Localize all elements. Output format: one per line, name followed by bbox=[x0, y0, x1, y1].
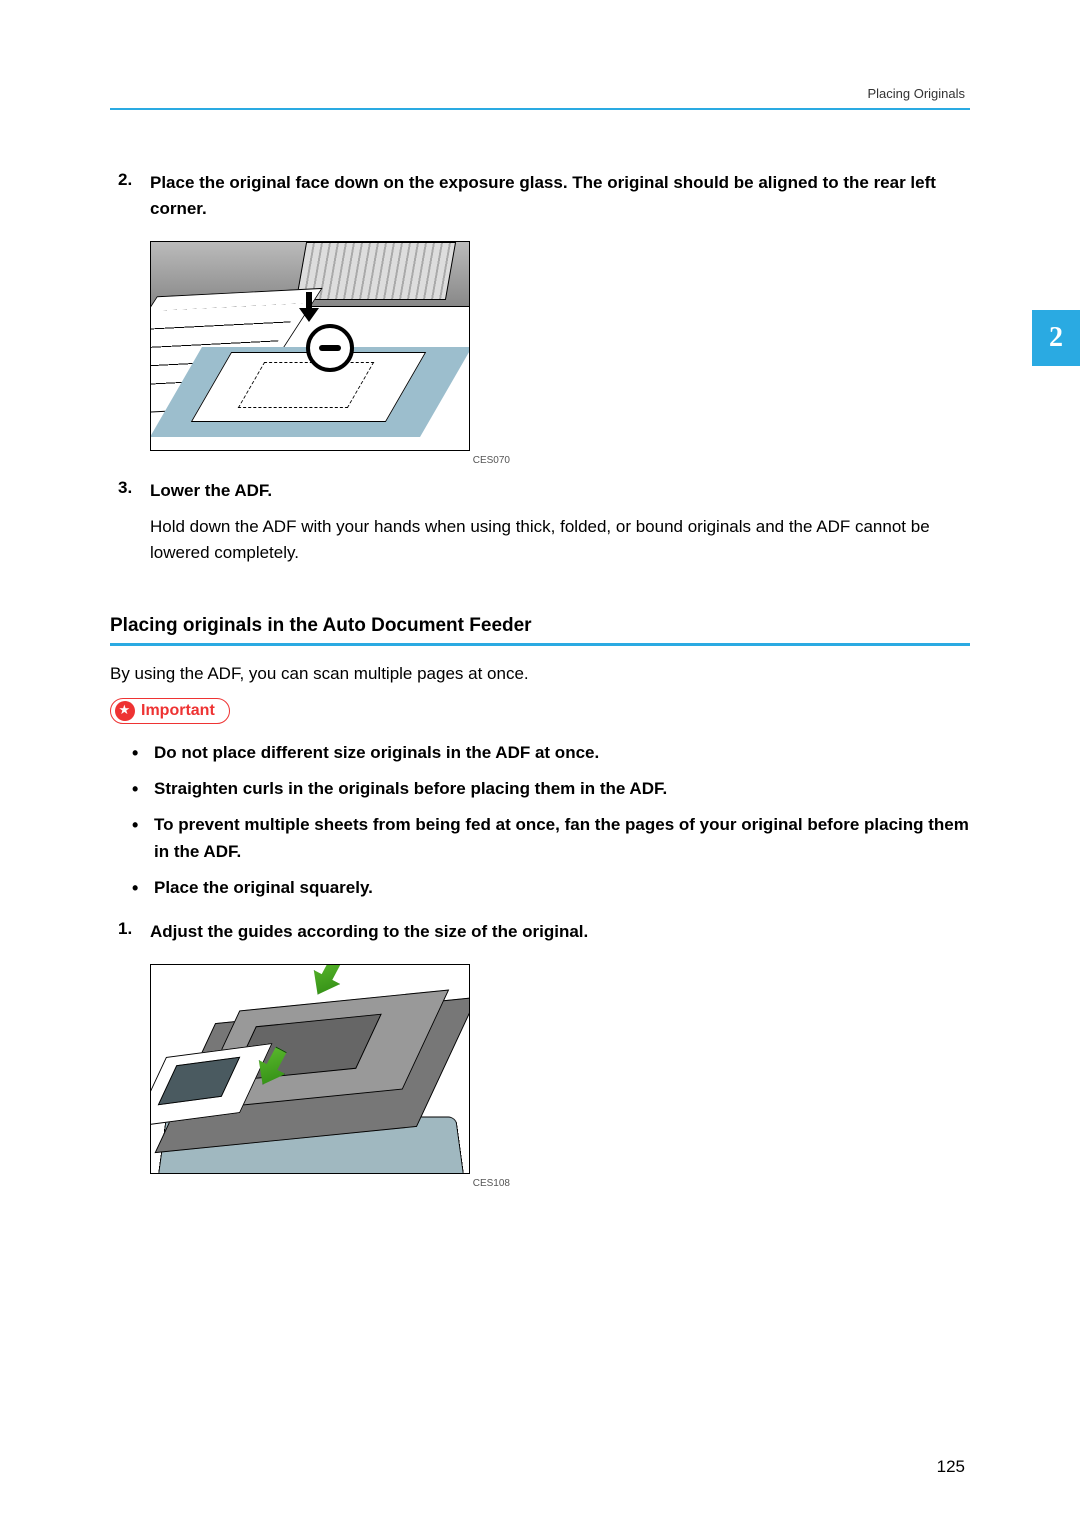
important-callout: Important bbox=[110, 698, 230, 724]
page: Placing Originals 2 2. Place the origina… bbox=[0, 0, 1080, 1532]
step-3: 3. Lower the ADF. Hold down the ADF with… bbox=[110, 478, 970, 567]
page-number: 125 bbox=[937, 1457, 965, 1477]
step-text: Adjust the guides according to the size … bbox=[150, 919, 970, 945]
down-arrow-icon bbox=[301, 292, 319, 322]
align-marker-icon bbox=[306, 324, 354, 372]
step-body: Hold down the ADF with your hands when u… bbox=[150, 514, 970, 567]
header-rule bbox=[110, 108, 970, 110]
step-text: Place the original face down on the expo… bbox=[150, 170, 970, 223]
step-2: 2. Place the original face down on the e… bbox=[110, 170, 970, 223]
figure-caption: CES108 bbox=[150, 1178, 510, 1189]
figure-adf-guides bbox=[150, 964, 470, 1174]
important-label: Important bbox=[141, 702, 215, 720]
chapter-tab: 2 bbox=[1032, 310, 1080, 366]
step-number: 2. bbox=[118, 170, 132, 190]
star-icon bbox=[115, 701, 135, 721]
list-item: Straighten curls in the originals before… bbox=[150, 776, 970, 802]
figure-exposure-glass bbox=[150, 241, 470, 451]
running-header: Placing Originals bbox=[867, 86, 965, 101]
step-1: 1. Adjust the guides according to the si… bbox=[110, 919, 970, 945]
step-text: Lower the ADF. bbox=[150, 478, 970, 504]
section-intro: By using the ADF, you can scan multiple … bbox=[110, 664, 970, 684]
step-number: 3. bbox=[118, 478, 132, 498]
list-item: Place the original squarely. bbox=[150, 875, 970, 901]
section-heading: Placing originals in the Auto Document F… bbox=[110, 615, 970, 646]
list-item: To prevent multiple sheets from being fe… bbox=[150, 812, 970, 865]
step-number: 1. bbox=[118, 919, 132, 939]
figure-caption: CES070 bbox=[150, 455, 510, 466]
list-item: Do not place different size originals in… bbox=[150, 740, 970, 766]
important-list: Do not place different size originals in… bbox=[110, 740, 970, 902]
